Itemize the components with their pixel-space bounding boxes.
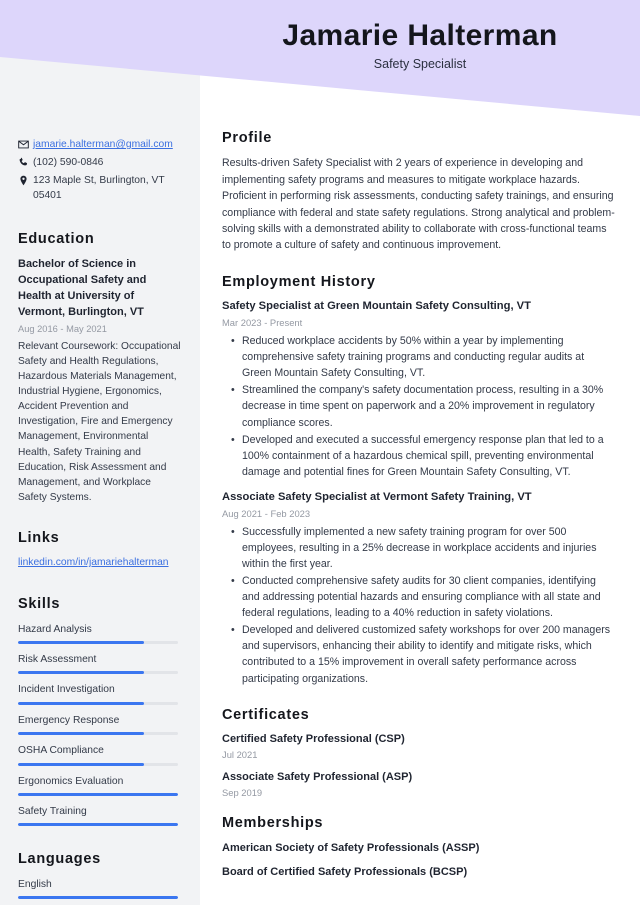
list-item: Hazard Analysis <box>18 623 182 644</box>
contact-address: 123 Maple St, Burlington, VT 05401 <box>18 174 182 204</box>
education-heading: Education <box>18 230 95 247</box>
job-date: Mar 2023 - Present <box>222 316 303 328</box>
sidebar-section-links: Links linkedin.com/in/jamariehalterman <box>18 530 182 571</box>
skill-label: Safety Training <box>18 806 87 818</box>
list-item: Emergency Response <box>18 714 182 736</box>
languages-heading: Languages <box>18 851 101 868</box>
list-item: Streamlined the company's safety documen… <box>231 382 616 430</box>
email-icon <box>18 138 33 150</box>
profile-text: Results-driven Safety Specialist with 2 … <box>222 157 615 252</box>
sidebar-section-skills: Skills Hazard Analysis Risk Assessment I… <box>18 596 182 827</box>
language-bar-fill <box>18 896 178 900</box>
skill-label: Incident Investigation <box>18 684 115 696</box>
job-entry: Safety Specialist at Green Mountain Safe… <box>222 299 616 480</box>
location-pin-icon <box>18 174 33 186</box>
skill-bar-track <box>18 823 178 827</box>
certificate-entry: Associate Safety Professional (ASP) Sep … <box>222 770 616 800</box>
memberships-heading: Memberships <box>222 815 324 832</box>
language-label: English <box>18 878 52 890</box>
job-bullets: Successfully implemented a new safety tr… <box>222 524 616 687</box>
certificate-name: Associate Safety Professional (ASP) <box>222 770 413 783</box>
certificates-heading: Certificates <box>222 706 310 723</box>
sidebar: jamarie.halterman@gmail.com (102) 590-08… <box>0 0 200 905</box>
job-entry: Associate Safety Specialist at Vermont S… <box>222 490 616 687</box>
section-profile: Profile Results-driven Safety Specialist… <box>222 130 616 254</box>
list-item: OSHA Compliance <box>18 744 182 766</box>
list-item: Developed and delivered customized safet… <box>231 622 616 686</box>
skills-heading: Skills <box>18 596 61 613</box>
education-date: Aug 2016 - May 2021 <box>18 323 107 334</box>
membership-item: Board of Certified Safety Professionals … <box>222 865 468 878</box>
skill-bar-track <box>18 762 178 766</box>
skill-bar-fill <box>18 793 178 797</box>
profile-heading: Profile <box>222 130 273 146</box>
skill-bar-track <box>18 732 178 736</box>
sidebar-section-education: Education Bachelor of Science in Occupat… <box>18 231 182 505</box>
skill-label: Emergency Response <box>18 714 120 726</box>
contact-phone: (102) 590-0846 <box>18 156 182 171</box>
skill-label: Risk Assessment <box>18 653 97 665</box>
skill-bar-track <box>18 640 178 644</box>
list-item: Reduced workplace accidents by 50% withi… <box>231 333 616 381</box>
contact-email: jamarie.halterman@gmail.com <box>18 138 182 153</box>
job-date: Aug 2021 - Feb 2023 <box>222 507 311 519</box>
job-title: Associate Safety Specialist at Vermont S… <box>222 490 532 503</box>
list-item: linkedin.com/in/jamariehalterman <box>18 556 182 571</box>
list-item: English <box>18 878 182 900</box>
job-bullets: Reduced workplace accidents by 50% withi… <box>222 333 616 480</box>
section-employment-history: Employment History Safety Specialist at … <box>222 274 616 687</box>
links-heading: Links <box>18 529 60 546</box>
education-degree: Bachelor of Science in Occupational Safe… <box>18 258 147 318</box>
sidebar-section-languages: Languages English <box>18 851 182 900</box>
skill-bar-fill <box>18 640 145 644</box>
contact-address-value: 123 Maple St, Burlington, VT 05401 <box>33 174 165 201</box>
language-bar-track <box>18 896 178 900</box>
skill-bar-fill <box>18 732 145 736</box>
list-item: Safety Training <box>18 805 182 827</box>
job-title: Safety Specialist at Green Mountain Safe… <box>222 300 531 313</box>
skill-bar-fill <box>18 762 145 766</box>
skill-bar-track <box>18 671 178 675</box>
main-content: Profile Results-driven Safety Specialist… <box>200 0 640 900</box>
skill-label: Ergonomics Evaluation <box>18 775 124 787</box>
phone-icon <box>18 156 33 168</box>
list-item: Successfully implemented a new safety tr… <box>231 524 616 572</box>
certificate-entry: Certified Safety Professional (CSP) Jul … <box>222 732 616 762</box>
list-item: Conducted comprehensive safety audits fo… <box>231 573 616 621</box>
contact-list: jamarie.halterman@gmail.com (102) 590-08… <box>18 138 182 204</box>
certificate-name: Certified Safety Professional (CSP) <box>222 733 405 746</box>
skill-bar-track <box>18 701 178 705</box>
certificate-date: Sep 2019 <box>222 786 263 798</box>
skill-label: OSHA Compliance <box>18 745 104 757</box>
list-item: Risk Assessment <box>18 653 182 675</box>
certificate-date: Jul 2021 <box>222 749 258 761</box>
section-certificates: Certificates Certified Safety Profession… <box>222 707 616 799</box>
list-item: Ergonomics Evaluation <box>18 775 182 797</box>
education-description: Relevant Coursework: Occupational Safety… <box>18 340 181 503</box>
membership-item: American Society of Safety Professionals… <box>222 841 480 854</box>
employment-heading: Employment History <box>222 273 376 290</box>
list-item: Incident Investigation <box>18 683 182 705</box>
skill-bar-fill <box>18 823 178 827</box>
skill-bar-fill <box>18 671 145 675</box>
resume-page: Jamarie Halterman Safety Specialist jama… <box>0 0 640 905</box>
contact-email-value[interactable]: jamarie.halterman@gmail.com <box>33 138 182 153</box>
section-memberships: Memberships American Society of Safety P… <box>222 815 616 880</box>
list-item: Developed and executed a successful emer… <box>231 432 616 480</box>
skill-bar-fill <box>18 701 145 705</box>
contact-phone-value: (102) 590-0846 <box>33 156 104 168</box>
skill-bar-track <box>18 793 178 797</box>
skill-label: Hazard Analysis <box>18 623 92 635</box>
linkedin-link[interactable]: linkedin.com/in/jamariehalterman <box>18 557 169 568</box>
